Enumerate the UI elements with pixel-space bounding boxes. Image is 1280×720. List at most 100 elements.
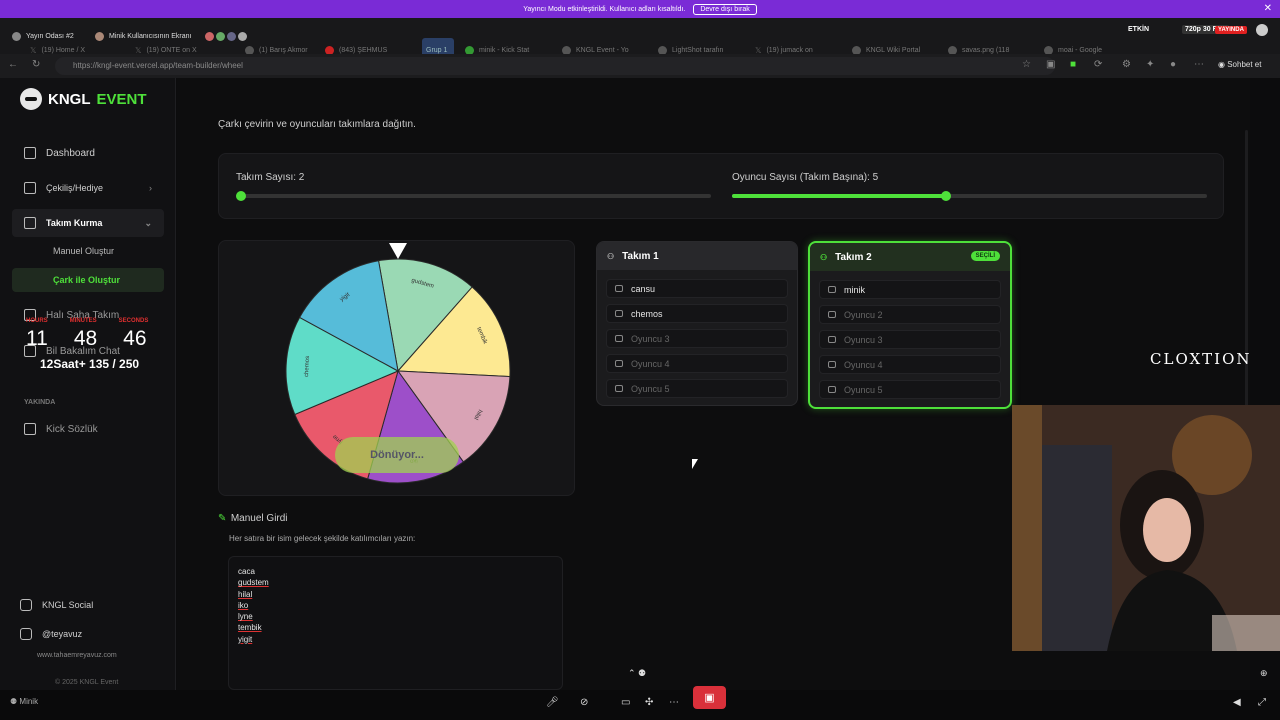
home-icon: [24, 147, 36, 159]
player-name: Oyuncu 4: [631, 358, 670, 369]
handle-link[interactable]: @teyavuz: [8, 620, 160, 648]
sidebar-subitem-manuel[interactable]: Manuel Oluştur: [12, 239, 164, 263]
social-label: KNGL Social: [42, 600, 94, 610]
team-slot-empty[interactable]: Oyuncu 4: [606, 354, 788, 373]
name-line: tembik: [238, 623, 262, 633]
extension-icon[interactable]: ▣: [1046, 59, 1055, 70]
tab-label: savas.png (118: [962, 46, 1010, 54]
sidebar-subitem-cark[interactable]: Çark ile Oluştur: [12, 268, 164, 292]
team-slot-empty[interactable]: Oyuncu 3: [819, 330, 1001, 349]
spin-button[interactable]: Dönüyor...: [335, 437, 459, 473]
player-name: Oyuncu 4: [844, 359, 883, 370]
screen-share-icon[interactable]: ▭: [621, 697, 630, 708]
microphone-icon[interactable]: 🎤︎: [546, 697, 559, 708]
player-count-slider[interactable]: [732, 191, 1207, 201]
sidebar-item-label: Çekiliş/Hediye: [46, 183, 104, 193]
player-name: Oyuncu 2: [844, 309, 883, 320]
player-name: cansu: [631, 283, 656, 294]
brand-name: KNGL: [48, 90, 91, 108]
speaker-icon: [12, 31, 21, 41]
name-line: yigit: [238, 634, 253, 644]
url-input[interactable]: https://kngl-event.vercel.app/team-build…: [55, 57, 1055, 75]
sidebar-item-dashboard[interactable]: Dashboard: [12, 139, 164, 167]
expand-chevron-icon[interactable]: ⌃ ⚉: [628, 668, 646, 679]
handle-label: @teyavuz: [42, 629, 83, 639]
streamer-mode-banner: Yayıncı Modu etkinleştirildi. Kullanıcı …: [0, 0, 1280, 18]
team-slot-empty[interactable]: Oyuncu 3: [606, 329, 788, 348]
mouse-cursor-icon: [692, 459, 698, 469]
social-link[interactable]: KNGL Social: [8, 591, 160, 619]
tab-label: (843) ŞEHMUS: [339, 46, 388, 54]
profile-avatar[interactable]: [1256, 24, 1268, 36]
kick-extension-icon[interactable]: ■: [1070, 59, 1076, 70]
user-icon: [828, 311, 836, 318]
reload-icon[interactable]: ↻: [32, 59, 40, 70]
sidebar-item-label: Kick Sözlük: [46, 423, 98, 435]
account-icon[interactable]: ●: [1170, 59, 1176, 70]
user-icon: [615, 385, 623, 392]
user-icon: [828, 361, 836, 368]
player-name: minik: [844, 284, 866, 295]
team-card-1[interactable]: ⚇ Takım 1 cansu chemos Oyuncu 3 Oyuncu 4…: [596, 241, 798, 406]
copyright: © 2025 KNGL Event: [55, 679, 119, 686]
team-slot-empty[interactable]: Oyuncu 4: [819, 355, 1001, 374]
sidebar-item-kick-sozluk[interactable]: Kick Sözlük: [12, 415, 164, 443]
chat-button[interactable]: ◉ Sohbet et: [1218, 60, 1261, 69]
camera-off-icon[interactable]: ⊘: [580, 697, 588, 708]
team-slot-empty[interactable]: Oyuncu 5: [606, 379, 788, 398]
player-name: chemos: [631, 308, 663, 319]
tab-label: KNGL Event - Yo: [576, 46, 629, 54]
more-menu-icon[interactable]: ⋯: [1194, 59, 1204, 70]
fullscreen-icon[interactable]: ⤢: [1258, 697, 1266, 708]
app-logo[interactable]: KNGL EVENT: [20, 88, 147, 110]
user-icon: [615, 285, 623, 292]
back-arrow-icon[interactable]: ←: [8, 59, 18, 70]
volume-icon[interactable]: ◀︎: [1233, 697, 1241, 708]
team-name: Takım 2: [835, 251, 872, 263]
team-header: ⚇ Takım 1: [597, 242, 797, 270]
end-stream-button[interactable]: ▣: [693, 686, 726, 709]
user-icon: [828, 386, 836, 393]
team-name: Takım 1: [622, 250, 659, 262]
tab-label: KNGL Wiki Portal: [866, 46, 921, 54]
activities-icon[interactable]: ✣: [645, 697, 653, 708]
section-label-soon: YAKINDA: [24, 399, 56, 406]
chevron-right-icon: ›: [149, 183, 152, 193]
name-line: lyne: [238, 612, 253, 622]
website-link[interactable]: www.tahaemreyavuz.com: [37, 652, 117, 659]
timer-subtitle: 12Saat+ 135 / 250: [40, 357, 140, 371]
disable-streamer-mode-button[interactable]: Devre dışı bırak: [693, 3, 757, 15]
sidebar-item-cekilis[interactable]: Çekiliş/Hediye ›: [12, 174, 164, 202]
team-slot-empty[interactable]: Oyuncu 5: [819, 380, 1001, 399]
sidebar-item-takim-kurma[interactable]: Takım Kurma ⌄: [12, 209, 164, 237]
banner-close-icon[interactable]: ✕: [1264, 3, 1272, 14]
tab-label: LightShot tarafın: [672, 46, 724, 54]
team-slot[interactable]: minik: [819, 280, 1001, 299]
brand-event: EVENT: [96, 90, 147, 108]
webcam-video: [1012, 405, 1280, 651]
settings-icon[interactable]: ⚙: [1122, 59, 1131, 70]
sync-icon[interactable]: ⟳: [1094, 59, 1102, 70]
puzzle-icon[interactable]: ✦: [1146, 59, 1154, 70]
team-count-slider[interactable]: [236, 191, 711, 201]
team-slot[interactable]: cansu: [606, 279, 788, 298]
names-textarea[interactable]: caca gudstem hilal iko lyne tembik yigit: [228, 556, 563, 690]
team-slot[interactable]: chemos: [606, 304, 788, 323]
call-toolbar: ⚉ Minik ⌃ ⚉ 🎤︎ ⊘ ▭ ✣ ⋯ ◀︎ ⤢ ⊕: [0, 668, 1280, 720]
team-slot-empty[interactable]: Oyuncu 2: [819, 305, 1001, 324]
screen-off-icon: ▣: [704, 692, 715, 704]
bookmark-star-icon[interactable]: ☆: [1022, 59, 1031, 70]
slider-panel: Takım Sayısı: 2 Oyuncu Sayısı (Takım Baş…: [218, 153, 1224, 219]
team-count-handle[interactable]: [236, 191, 246, 201]
gift-icon: [24, 182, 36, 194]
team-card-2[interactable]: ⚇ Takım 2 SEÇİLİ minik Oyuncu 2 Oyuncu 3…: [808, 241, 1012, 409]
more-options-icon[interactable]: ⋯: [669, 697, 679, 708]
sidebar-item-label: Takım Kurma: [46, 218, 103, 228]
name-line: gudstem: [238, 578, 269, 588]
player-name: Oyuncu 5: [631, 383, 670, 394]
zoom-icon[interactable]: ⊕: [1260, 668, 1268, 679]
team-count-label: Takım Sayısı: 2: [236, 172, 305, 183]
page-intro: Çarkı çevirin ve oyuncuları takımlara da…: [218, 119, 416, 130]
player-name: Oyuncu 3: [631, 333, 670, 344]
player-count-handle[interactable]: [940, 191, 951, 201]
